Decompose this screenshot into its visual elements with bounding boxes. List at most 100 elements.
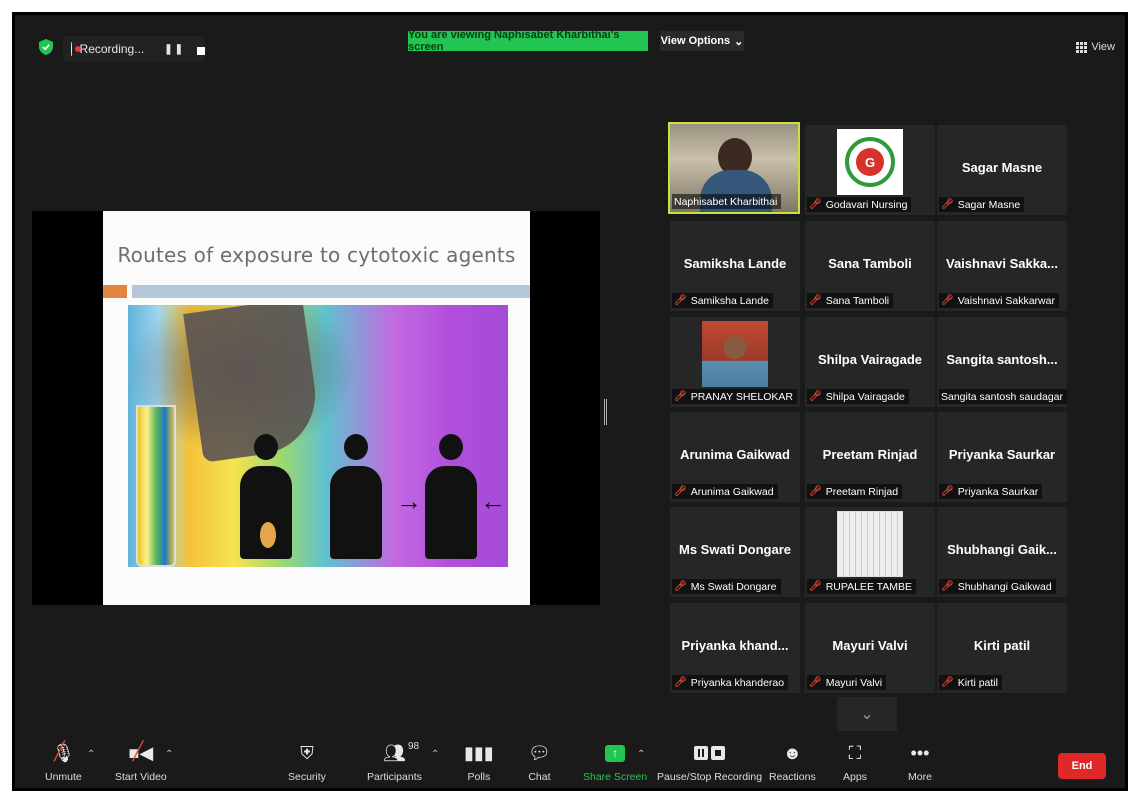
participant-name-label: 🎤︎ Mayuri Valvi [807, 675, 887, 690]
shared-screen: Routes of exposure to cytotoxic agents →… [32, 211, 600, 605]
polls-button[interactable]: ▮▮▮ Polls [464, 739, 494, 784]
muted-mic-icon: 🎤︎ [809, 199, 822, 210]
participant-name-label: Naphisabet Kharbithai [672, 194, 782, 209]
chat-label: Chat [528, 771, 551, 783]
test-tube-graphic [136, 405, 176, 567]
participant-tile[interactable]: Mayuri Valvi 🎤︎ Mayuri Valvi [805, 603, 935, 693]
apps-button[interactable]: ⛶ Apps [843, 739, 867, 784]
participant-name-label: 🎤︎ PRANAY SHELOKAR [672, 389, 798, 404]
participant-name-label: Sangita santosh saudagar [939, 389, 1067, 404]
participant-display-name: Sagar Masne [961, 160, 1043, 175]
participant-display-name: Ms Swati Dongare [679, 542, 791, 557]
recording-label: Recording... [79, 42, 145, 56]
ellipsis-icon: ••• [910, 742, 930, 763]
participant-display-name: Samiksha Lande [683, 256, 787, 271]
presentation-slide: Routes of exposure to cytotoxic agents →… [103, 211, 530, 605]
participant-display-name: Vaishnavi Sakka... [945, 256, 1059, 271]
stop-recording-icon[interactable] [197, 46, 205, 55]
participant-tile[interactable]: Priyanka Saurkar 🎤︎ Priyanka Saurkar [937, 412, 1067, 502]
zoom-window: Recording... ❚❚ You are viewing Naphisab… [12, 12, 1128, 791]
participant-name-label: 🎤︎ Priyanka khanderao [672, 675, 789, 690]
participant-tile[interactable]: Preetam Rinjad 🎤︎ Preetam Rinjad [805, 412, 935, 502]
participant-display-name: Preetam Rinjad [822, 447, 918, 462]
reactions-label: Reactions [769, 771, 816, 783]
pause-recording-icon[interactable]: ❚❚ [164, 44, 185, 55]
end-meeting-button[interactable]: End [1058, 753, 1106, 779]
participant-display-name: Kirti patil [973, 638, 1031, 653]
chat-bubble-icon: 💬︎ [528, 742, 551, 763]
participant-tile[interactable]: Sana Tamboli 🎤︎ Sana Tamboli [805, 221, 935, 311]
share-screen-button[interactable]: ↑ Share Screen [583, 739, 647, 783]
grid-icon [1076, 41, 1088, 53]
pause-stop-recording-button[interactable]: Pause/Stop Recording [657, 739, 762, 783]
arrow-left-icon: ← [480, 486, 506, 516]
participants-label: Participants [367, 771, 422, 783]
participant-tile[interactable]: Kirti patil 🎤︎ Kirti patil [937, 603, 1067, 693]
share-options-caret[interactable]: ⌃ [637, 749, 645, 760]
participant-tile[interactable]: Priyanka khand... 🎤︎ Priyanka khanderao [670, 603, 800, 693]
muted-mic-icon: 🎤︎ [674, 295, 687, 306]
more-label: More [908, 771, 932, 783]
participant-tile[interactable]: 🎤︎ RUPALEE TAMBE [805, 507, 935, 597]
participant-name-label: 🎤︎ Samiksha Lande [672, 293, 773, 308]
participant-display-name: Priyanka Saurkar [948, 447, 1056, 462]
muted-mic-icon: 🎤︎ [809, 391, 822, 402]
participant-name-label: 🎤︎ Sana Tamboli [807, 293, 894, 308]
participants-options-caret[interactable]: ⌃ [431, 749, 439, 760]
reactions-button[interactable]: ☻ Reactions [769, 739, 816, 784]
participants-button[interactable]: 👥︎ 98 Participants [367, 739, 422, 783]
participant-tile[interactable]: Ms Swati Dongare 🎤︎ Ms Swati Dongare [670, 507, 800, 597]
muted-mic-icon: 🎤︎ [809, 581, 822, 592]
polls-label: Polls [467, 771, 491, 783]
start-video-button[interactable]: ■◀ ╱ Start Video [115, 739, 167, 783]
muted-mic-icon: 🎤︎ [674, 486, 687, 497]
security-label: Security [288, 771, 326, 783]
skin-contact-figure-icon [423, 434, 479, 559]
participant-display-name: Sangita santosh... [946, 352, 1058, 367]
view-button[interactable]: View [1076, 41, 1115, 53]
muted-mic-icon: 🎤︎ [941, 581, 954, 592]
chevron-down-icon: ⌄ [734, 35, 744, 48]
muted-mic-icon: 🎤︎ [941, 199, 954, 210]
participant-display-name: Mayuri Valvi [832, 638, 908, 653]
arrow-right-icon: → [396, 486, 422, 516]
gallery-next-page-button[interactable]: ⌄ [837, 697, 897, 731]
security-button[interactable]: ⛨ Security [288, 739, 326, 784]
encryption-shield-icon[interactable] [39, 39, 53, 55]
people-icon: 👥︎ [383, 742, 406, 763]
participant-display-name: Shilpa Vairagade [817, 352, 923, 367]
participant-tile[interactable]: Naphisabet Kharbithai [668, 122, 800, 214]
audio-options-caret[interactable]: ⌃ [87, 749, 95, 760]
participant-tile[interactable]: G 🎤︎ Godavari Nursing [805, 125, 935, 215]
participant-tile[interactable]: Samiksha Lande 🎤︎ Samiksha Lande [670, 221, 800, 311]
participant-display-name: Sana Tamboli [828, 256, 912, 271]
chat-button[interactable]: 💬︎ Chat [528, 739, 551, 784]
muted-mic-icon: 🎤︎ [674, 391, 687, 402]
participant-tile[interactable]: Shilpa Vairagade 🎤︎ Shilpa Vairagade [805, 317, 935, 407]
more-button[interactable]: ••• More [908, 739, 932, 784]
participant-tile[interactable]: Shubhangi Gaik... 🎤︎ Shubhangi Gaikwad [937, 507, 1067, 597]
share-screen-icon: ↑ [605, 744, 626, 762]
view-options-label: View Options [660, 35, 731, 47]
participant-name-label: 🎤︎ Shilpa Vairagade [807, 389, 909, 404]
muted-microphone-icon: 🎙︎ ╱ [51, 741, 75, 763]
participant-tile[interactable]: Sangita santosh... Sangita santosh sauda… [937, 317, 1067, 407]
unmute-button[interactable]: 🎙︎ ╱ Unmute [45, 739, 82, 783]
participant-tile[interactable]: Arunima Gaikwad 🎤︎ Arunima Gaikwad [670, 412, 800, 502]
meeting-toolbar: 🎙︎ ╱ Unmute ⌃ ■◀ ╱ Start Video ⌃ ⛨ Securit… [15, 739, 1125, 788]
participant-tile[interactable]: Sagar Masne 🎤︎ Sagar Masne [937, 125, 1067, 215]
muted-mic-icon: 🎤︎ [674, 677, 687, 688]
split-view-handle[interactable] [604, 399, 607, 425]
participant-name-label: 🎤︎ Priyanka Saurkar [939, 484, 1043, 499]
video-options-caret[interactable]: ⌃ [165, 749, 173, 760]
slide-illustration: → ← [128, 305, 508, 567]
view-options-button[interactable]: View Options ⌄ [660, 31, 744, 51]
muted-mic-icon: 🎤︎ [941, 295, 954, 306]
chevron-down-icon: ⌄ [860, 706, 874, 723]
apps-label: Apps [843, 771, 867, 783]
share-screen-label: Share Screen [583, 771, 648, 783]
participant-tile[interactable]: 🎤︎ PRANAY SHELOKAR [670, 317, 800, 407]
participant-tile[interactable]: Vaishnavi Sakka... 🎤︎ Vaishnavi Sakkarwar [937, 221, 1067, 311]
muted-mic-icon: 🎤︎ [941, 677, 954, 688]
video-off-icon: ■◀ ╱ [128, 741, 154, 763]
